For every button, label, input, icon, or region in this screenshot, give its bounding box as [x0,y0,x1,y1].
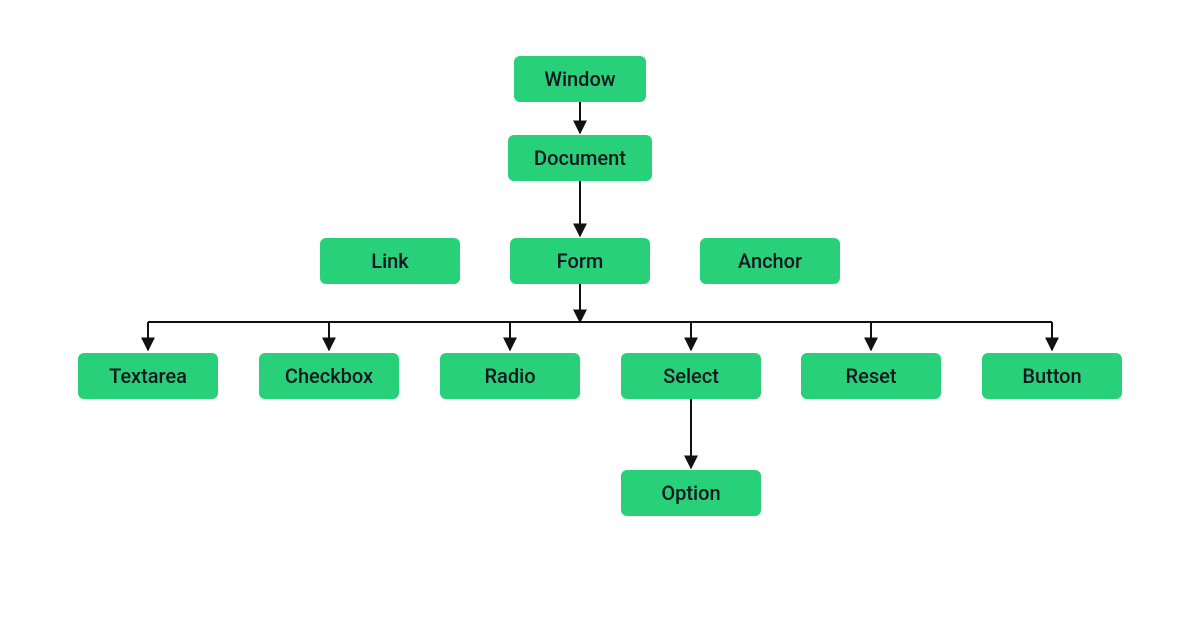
node-button: Button [982,353,1122,399]
node-window: Window [514,56,646,102]
node-anchor: Anchor [700,238,840,284]
node-reset: Reset [801,353,941,399]
node-textarea: Textarea [78,353,218,399]
node-select: Select [621,353,761,399]
node-option: Option [621,470,761,516]
node-document: Document [508,135,652,181]
node-link: Link [320,238,460,284]
node-form: Form [510,238,650,284]
diagram-canvas: Window Document Link Form Anchor Textare… [0,0,1200,628]
node-checkbox: Checkbox [259,353,399,399]
node-radio: Radio [440,353,580,399]
